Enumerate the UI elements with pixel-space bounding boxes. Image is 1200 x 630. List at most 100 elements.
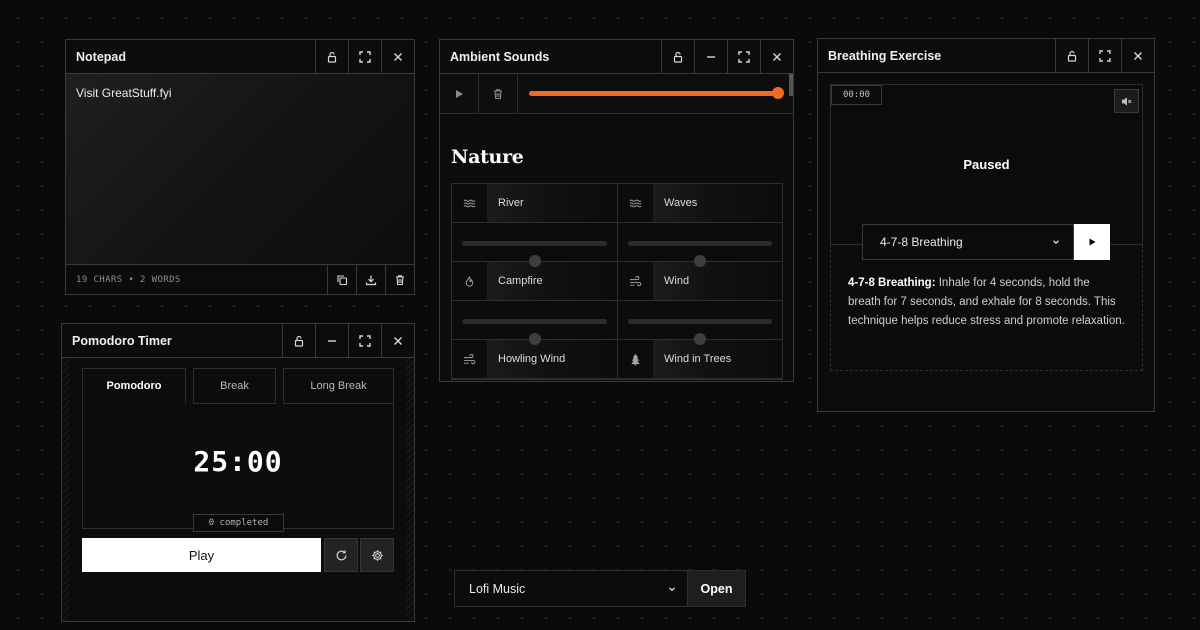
minus-icon [707,55,715,58]
completed-count: 0 completed [193,514,284,532]
close-button[interactable] [760,40,793,73]
sound-waves[interactable]: Waves [617,184,782,223]
slider-track [628,241,772,267]
expand-icon [738,50,750,63]
reset-button[interactable] [324,538,358,572]
breathing-titlebar[interactable]: Breathing Exercise [818,39,1154,73]
expand-icon [1099,49,1111,62]
scrollbar[interactable] [789,74,793,96]
unlock-icon [327,51,337,63]
expand-icon [359,334,371,347]
start-breathing-button[interactable] [1074,224,1110,260]
fullscreen-button[interactable] [348,324,381,357]
ambient-player-bar [440,74,793,114]
clear-button[interactable] [479,74,518,113]
waves-volume-slider[interactable] [617,223,782,267]
sound-label: River [487,184,617,222]
wind-icon [463,353,476,364]
sounds-grid: River Waves Campfire Wind Howling Wind W… [451,183,783,380]
gear-icon [371,549,383,561]
close-icon [1134,51,1142,60]
sound-label: Howling Wind [487,340,617,378]
close-icon [773,52,781,61]
breathing-title: Breathing Exercise [828,48,942,63]
delete-button[interactable] [385,265,414,294]
close-button[interactable] [1121,39,1154,72]
lock-button[interactable] [282,324,315,357]
slider-knob[interactable] [694,333,706,345]
tab-break[interactable]: Break [193,368,276,404]
river-volume-slider[interactable] [452,223,617,267]
slider-track [462,319,607,345]
speaker-muted-icon [1121,96,1132,106]
pomodoro-titlebar[interactable]: Pomodoro Timer [62,324,414,358]
sounds-row: River Waves [452,184,782,223]
notepad-title: Notepad [76,49,126,64]
sound-campfire[interactable]: Campfire [452,262,617,301]
close-button[interactable] [381,40,414,73]
pomodoro-tabs: Pomodoro Break Long Break [82,368,394,404]
pomodoro-body: Pomodoro Break Long Break 25:00 0 comple… [62,358,414,621]
settings-button[interactable] [360,538,394,572]
wind-volume-slider[interactable] [617,301,782,345]
sound-label: Waves [653,184,782,222]
slider-knob[interactable] [694,255,706,267]
trash-icon [396,274,404,285]
slider-knob[interactable] [528,333,541,345]
pomodoro-title: Pomodoro Timer [72,333,172,348]
fullscreen-button[interactable] [348,40,381,73]
tab-pomodoro[interactable]: Pomodoro [82,368,186,404]
unlock-icon [294,335,304,347]
fullscreen-button[interactable] [727,40,760,73]
lock-button[interactable] [315,40,348,73]
notepad-titlebar[interactable]: Notepad [66,40,414,74]
music-launcher: Lofi Music Open [454,570,746,607]
open-button[interactable]: Open [688,570,746,607]
breathing-window: Breathing Exercise 00:00 Paused 4-7-8 Br… [817,38,1155,412]
expand-icon [359,50,371,63]
volume-fill [529,91,779,96]
sliders-row [452,301,782,345]
tree-icon [631,353,640,366]
minimize-button[interactable] [315,324,348,357]
technique-select-value: 4-7-8 Breathing [880,235,963,249]
play-all-button[interactable] [440,74,479,113]
unlock-icon [673,51,683,63]
sound-wind-in-trees[interactable]: Wind in Trees [617,340,782,379]
volume-knob[interactable] [772,87,784,99]
sound-howling-wind[interactable]: Howling Wind [452,340,617,379]
slider-track [462,241,607,267]
play-icon [456,89,463,98]
trash-icon [494,88,502,99]
ambient-titlebar[interactable]: Ambient Sounds [440,40,793,74]
minimize-button[interactable] [694,40,727,73]
section-title: Nature [451,146,524,168]
download-button[interactable] [356,265,385,294]
sound-label: Wind [653,262,782,300]
breathing-status: Paused [963,157,1010,172]
notepad-window: Notepad Visit GreatStuff.fyi 19 CHARS • … [65,39,415,295]
sound-river[interactable]: River [452,184,617,223]
notepad-textarea[interactable]: Visit GreatStuff.fyi [66,74,414,265]
master-volume-slider[interactable] [518,74,793,113]
campfire-volume-slider[interactable] [452,301,617,345]
sound-wind[interactable]: Wind [617,262,782,301]
tab-long-break[interactable]: Long Break [283,368,394,404]
fullscreen-button[interactable] [1088,39,1121,72]
slider-track [628,319,772,345]
unlock-icon [1067,50,1077,62]
music-select-value: Lofi Music [469,581,526,596]
technique-select[interactable]: 4-7-8 Breathing [862,224,1074,260]
close-button[interactable] [381,324,414,357]
lock-button[interactable] [661,40,694,73]
music-select[interactable]: Lofi Music [454,570,688,607]
play-button[interactable]: Play [82,538,321,572]
mute-button[interactable] [1114,89,1139,113]
copy-button[interactable] [327,265,356,294]
slider-knob[interactable] [528,255,541,267]
flame-icon [465,275,474,287]
breathing-timer: 00:00 [831,85,882,105]
lock-button[interactable] [1055,39,1088,72]
play-icon [1089,238,1096,246]
ambient-sounds-window: Ambient Sounds Nature River Waves Campfi… [439,39,794,382]
